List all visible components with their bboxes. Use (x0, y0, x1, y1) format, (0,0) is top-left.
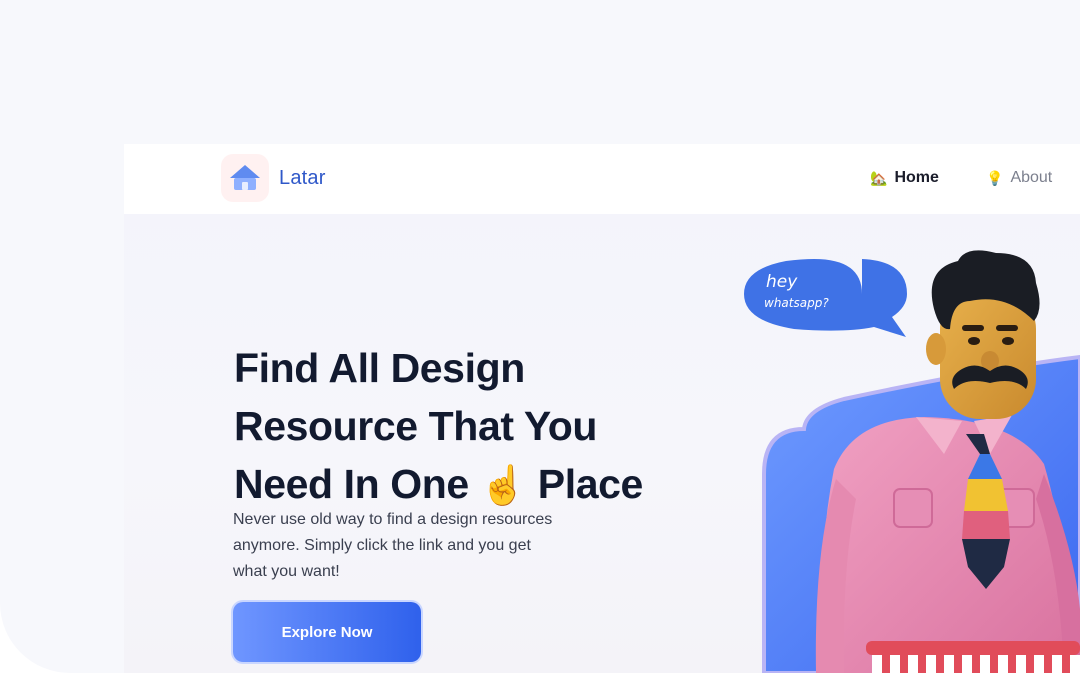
nav-about[interactable]: 💡 About (986, 169, 1052, 187)
character-illustration: hey whatsapp? (744, 250, 1080, 673)
brand-name[interactable]: Latar (279, 167, 326, 190)
nav-home-label: Home (894, 169, 939, 186)
shirt-shape (822, 417, 1074, 673)
headline-line-3-end: Place (537, 461, 644, 508)
hero-headline: Find All Design Resource That You Need I… (234, 339, 734, 515)
explore-now-button[interactable]: Explore Now (233, 602, 421, 662)
logo[interactable] (221, 154, 269, 202)
lightbulb-icon: 💡 (986, 170, 1004, 186)
headline-line-2: Resource That You (234, 403, 598, 450)
headline-line-1: Find All Design (234, 345, 525, 392)
hero-subtext: Never use old way to find a design resou… (233, 511, 553, 580)
house-icon: 🏡 (870, 170, 888, 186)
speech-bubble-line1: hey (766, 272, 798, 292)
nav-home[interactable]: 🏡 Home (870, 169, 939, 187)
landing-page: Latar 🏡 Home 💡 About Find All Design Res… (124, 144, 1080, 673)
headline-line-3-text: Need In One (234, 461, 469, 508)
app-frame: Latar 🏡 Home 💡 About Find All Design Res… (0, 0, 1080, 673)
pointing-finger-icon: ☝️ (479, 465, 527, 508)
nav-about-label: About (1010, 169, 1053, 186)
house-logo-icon (230, 165, 260, 190)
speech-bubble-line2: whatsapp? (764, 296, 829, 310)
navbar: Latar 🏡 Home 💡 About (124, 144, 1080, 214)
